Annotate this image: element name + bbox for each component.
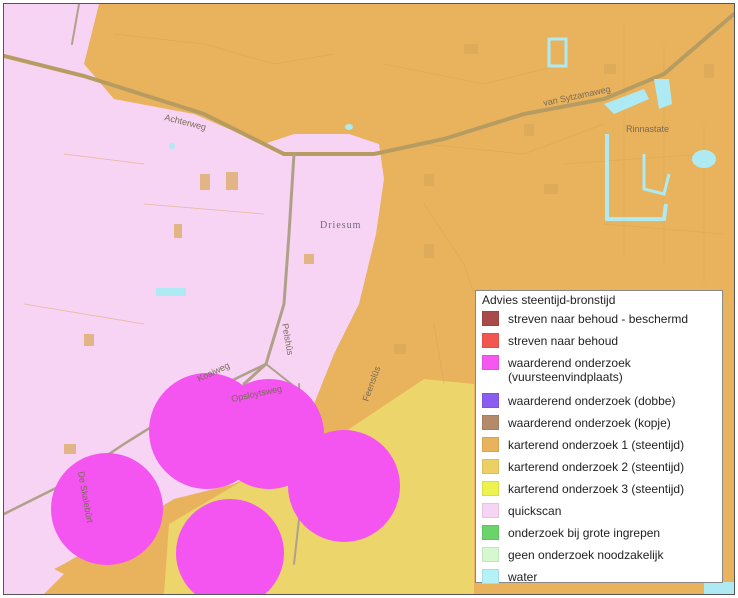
legend-item: karterend onderzoek 3 (steentijd) [482,481,716,503]
legend-label: onderzoek bij grote ingrepen [508,526,661,540]
legend-swatch [482,437,499,452]
legend-label: water [508,570,538,584]
legend-item: quickscan [482,503,716,525]
legend-item: waarderend onderzoek (vuursteenvindplaat… [482,355,716,393]
legend-item: streven naar behoud - beschermd [482,311,716,333]
legend-swatch [482,311,499,326]
legend-item: waarderend onderzoek (kopje) [482,415,716,437]
legend-label: streven naar behoud [508,334,619,348]
map-frame[interactable]: Driesum Achterweg van Sytzamaweg Rinnast… [3,3,735,595]
legend-item: karterend onderzoek 2 (steentijd) [482,459,716,481]
legend-swatch [482,415,499,430]
legend-item: geen onderzoek noodzakelijk [482,547,716,569]
legend-item: streven naar behoud [482,333,716,355]
legend-swatch [482,569,499,584]
legend-swatch [482,355,499,370]
legend-swatch [482,333,499,348]
legend-label: karterend onderzoek 1 (steentijd) [508,438,685,452]
legend-swatch [482,481,499,496]
legend-swatch [482,459,499,474]
legend-title: Advies steentijd-bronstijd [482,293,616,307]
legend-panel: Advies steentijd-bronstijd streven naar … [475,290,723,584]
legend-label: waarderend onderzoek (vuursteenvindplaat… [508,356,631,384]
place-label-driesum: Driesum [320,220,361,231]
legend-item: waarderend onderzoek (dobbe) [482,393,716,415]
legend-swatch [482,525,499,540]
legend-swatch [482,503,499,518]
legend-label: streven naar behoud - beschermd [508,312,689,326]
legend-label: waarderend onderzoek (dobbe) [508,394,676,408]
legend-label: karterend onderzoek 3 (steentijd) [508,482,685,496]
street-label: Rinnastate [626,124,669,134]
legend-item: onderzoek bij grote ingrepen [482,525,716,547]
legend-label: karterend onderzoek 2 (steentijd) [508,460,685,474]
legend-swatch [482,547,499,562]
legend-list: streven naar behoud - beschermd streven … [482,311,716,591]
legend-label: geen onderzoek noodzakelijk [508,548,664,562]
legend-label: waarderend onderzoek (kopje) [508,416,671,430]
legend-item: karterend onderzoek 1 (steentijd) [482,437,716,459]
legend-item: water [482,569,716,591]
legend-label: quickscan [508,504,562,518]
legend-swatch [482,393,499,408]
